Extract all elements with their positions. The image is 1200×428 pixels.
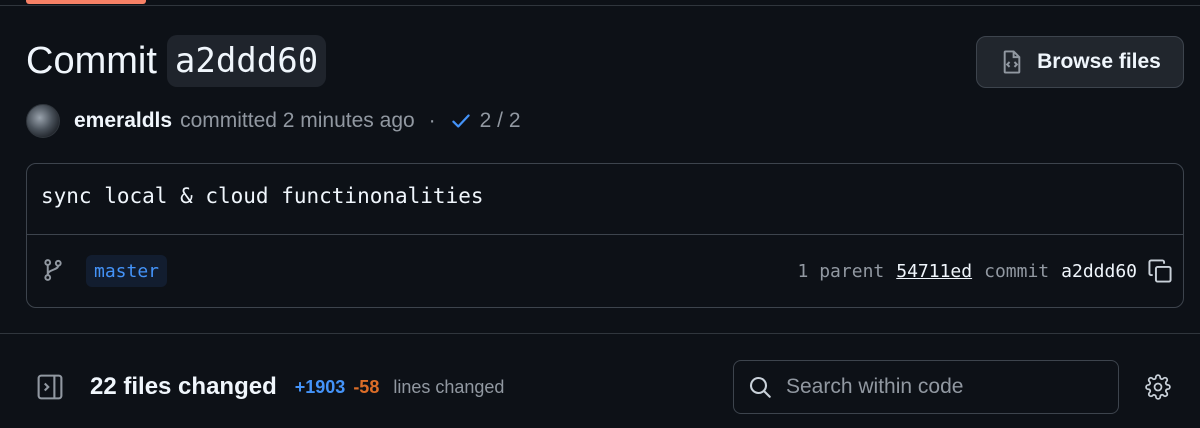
file-code-icon [1003, 50, 1021, 74]
checks-count: 2 / 2 [479, 109, 521, 132]
git-branch-icon [44, 259, 62, 281]
files-summary: 22 files changed +1903 -58 lines changed [36, 364, 504, 410]
browse-files-button[interactable]: Browse files [976, 36, 1184, 88]
commit-message: sync local & cloud functinonalities [41, 184, 484, 208]
browse-files-label: Browse files [1037, 50, 1161, 73]
check-icon [452, 114, 470, 128]
files-changed-count: 22 files changed [90, 373, 277, 400]
avatar[interactable] [26, 104, 60, 138]
parent-sha-link[interactable]: 54711ed [896, 261, 972, 282]
title-commit-sha: a2ddd60 [166, 35, 327, 87]
title-word: Commit [26, 39, 157, 82]
commit-sha: a2ddd60 [1061, 260, 1137, 282]
author-link[interactable]: emeraldls [74, 109, 172, 133]
commit-parents: 1 parent 54711ed commit a2ddd60 [798, 255, 1173, 287]
gear-icon[interactable] [1145, 374, 1171, 400]
meta-separator: · [428, 109, 436, 132]
parent-count: 1 parent [797, 260, 885, 282]
commit-details-box: sync local & cloud functinonalities mast… [26, 163, 1184, 308]
sidebar-toggle-icon[interactable] [36, 373, 64, 401]
committed-time: committed 2 minutes ago [180, 109, 415, 132]
search-input[interactable] [786, 375, 1106, 399]
search-within-code[interactable] [733, 360, 1119, 414]
page-title: Commit a2ddd60 [26, 32, 327, 90]
top-border [0, 0, 1200, 6]
section-divider [0, 333, 1200, 334]
commit-meta: emeraldls committed 2 minutes ago · 2 / … [26, 103, 521, 139]
deletions-count: -58 [353, 376, 380, 397]
commit-label: commit [984, 260, 1050, 282]
checks-status[interactable]: 2 / 2 [450, 109, 521, 133]
copy-icon[interactable] [1147, 258, 1173, 284]
divider [27, 234, 1183, 235]
active-tab-indicator [26, 0, 146, 4]
search-icon [749, 376, 771, 398]
additions-count: +1903 [294, 376, 346, 397]
branch-label[interactable]: master [86, 255, 168, 287]
lines-changed-label: lines changed [393, 376, 505, 397]
